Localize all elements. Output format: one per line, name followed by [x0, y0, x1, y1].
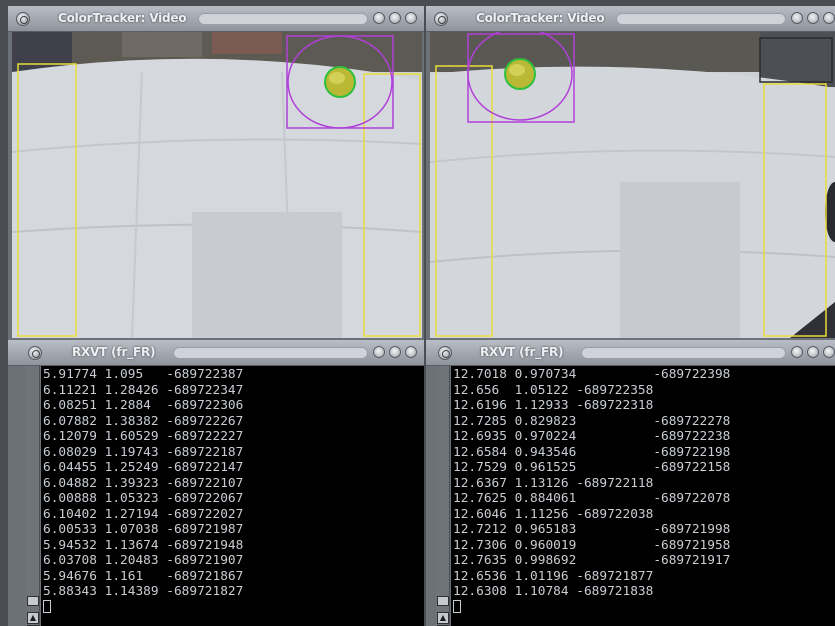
- terminal-line: 6.03708 1.20483 -689721907: [43, 553, 244, 568]
- window-menu-icon[interactable]: [16, 12, 30, 26]
- video-frame: [12, 32, 422, 338]
- terminal-line: 6.11221 1.28426 -689722347: [43, 382, 244, 398]
- terminal-line: 12.7212 0.965183 -689721998: [453, 522, 731, 537]
- terminal-line: 12.7306 0.960019 -689721958: [453, 537, 731, 553]
- titlebar[interactable]: ColorTracker: Video: [8, 6, 424, 32]
- window-controls: [373, 346, 423, 360]
- arrow-up-icon[interactable]: ▲: [437, 612, 449, 624]
- title-bar-fill: [173, 347, 368, 359]
- terminal-output[interactable]: 12.7018 0.970734 -689722398 12.656 1.0512…: [451, 366, 835, 626]
- title-bar-fill: [198, 13, 368, 25]
- terminal-line: 12.656 1.05122 -689722358: [453, 382, 654, 398]
- title-bar-fill: [581, 347, 786, 359]
- background-objects: [212, 32, 282, 54]
- terminal-line: 12.6367 1.13126 -689722118: [453, 475, 654, 491]
- scrollbar[interactable]: ▲ ▼: [26, 366, 40, 626]
- camera-scene: [12, 32, 422, 338]
- terminal-line: 12.6308 1.10784 -689721838: [453, 584, 654, 599]
- window-title: RXVT (fr_FR): [480, 345, 564, 359]
- prompt-line: [43, 599, 424, 616]
- scrollbar-thumb[interactable]: [437, 596, 449, 606]
- terminal-cursor: [453, 599, 461, 613]
- terminal-line: 5.91774 1.095 -689722387: [43, 367, 244, 382]
- window-controls: [791, 346, 835, 360]
- terminal-line: 12.7018 0.970734 -689722398: [453, 367, 731, 382]
- terminal-line: 6.00533 1.07038 -689721987: [43, 522, 244, 537]
- iconify-icon[interactable]: [791, 12, 803, 24]
- terminal-line: 12.7285 0.829823 -689722278: [453, 413, 731, 429]
- paper-shade: [192, 212, 342, 338]
- arrow-up-icon[interactable]: ▲: [27, 612, 39, 624]
- terminal-line: 6.12079 1.60529 -689722227: [43, 429, 244, 444]
- window-controls: [791, 12, 835, 26]
- video-frame: [430, 32, 835, 338]
- terminal-line: 6.04455 1.25249 -689722147: [43, 460, 244, 475]
- terminal-line: 12.6536 1.01196 -689721877: [453, 568, 654, 584]
- window-menu-icon[interactable]: [438, 346, 452, 360]
- window-controls: [373, 12, 423, 26]
- titlebar[interactable]: RXVT (fr_FR): [8, 340, 424, 366]
- terminal-line: 5.94676 1.161 -689721867: [43, 568, 244, 584]
- terminal-cursor: [43, 599, 51, 613]
- title-bar-fill: [616, 13, 786, 25]
- iconify-icon[interactable]: [791, 346, 803, 358]
- scrollbar[interactable]: ▲ ▼: [436, 366, 450, 626]
- maximize-icon[interactable]: [807, 346, 819, 358]
- scrollbar-thumb[interactable]: [27, 596, 39, 606]
- terminal-lines: 12.7018 0.970734 -689722398 12.656 1.0512…: [453, 367, 835, 600]
- terminal-lines: 5.91774 1.095 -689722387 6.11221 1.28426 …: [43, 367, 424, 600]
- ball-highlight: [329, 72, 345, 84]
- terminal-window-left: RXVT (fr_FR) ▲ ▼ 5.91774 1.095 -68972238…: [8, 340, 424, 626]
- window-title: RXVT (fr_FR): [72, 345, 156, 359]
- titlebar[interactable]: RXVT (fr_FR): [426, 340, 835, 366]
- titlebar[interactable]: ColorTracker: Video: [426, 6, 835, 32]
- iconify-icon[interactable]: [373, 12, 385, 24]
- terminal-line: 6.10402 1.27194 -689722027: [43, 506, 244, 522]
- terminal-line: 12.6935 0.970224 -689722238: [453, 429, 731, 444]
- iconify-icon[interactable]: [373, 346, 385, 358]
- terminal-line: 5.94532 1.13674 -689721948: [43, 537, 244, 553]
- terminal-line: 5.88343 1.14389 -689721827: [43, 584, 244, 599]
- window-title: ColorTracker: Video: [476, 11, 605, 25]
- window-menu-icon[interactable]: [28, 346, 42, 360]
- close-icon[interactable]: [823, 346, 835, 358]
- paper-shade: [620, 182, 740, 338]
- window-title: ColorTracker: Video: [58, 11, 187, 25]
- terminal-line: 6.04882 1.39323 -689722107: [43, 475, 244, 491]
- prompt-line: [453, 599, 835, 616]
- window-menu-icon[interactable]: [434, 12, 448, 26]
- terminal-line: 6.08251 1.2884 -689722306: [43, 398, 244, 413]
- terminal-output[interactable]: 5.91774 1.095 -689722387 6.11221 1.28426 …: [41, 366, 424, 626]
- terminal-line: 12.7635 0.998692 -689721917: [453, 553, 731, 568]
- terminal-line: 12.7625 0.884061 -689722078: [453, 491, 731, 506]
- terminal-line: 6.00888 1.05323 -689722067: [43, 491, 244, 506]
- maximize-icon[interactable]: [389, 12, 401, 24]
- background-objects: [122, 32, 202, 57]
- video-window-left: ColorTracker: Video: [8, 6, 424, 340]
- maximize-icon[interactable]: [389, 346, 401, 358]
- terminal-window-right: RXVT (fr_FR) ▲ ▼ 12.7018 0.970734 -68972…: [426, 340, 835, 626]
- terminal-line: 6.08029 1.19743 -689722187: [43, 444, 244, 460]
- close-icon[interactable]: [823, 12, 835, 24]
- video-window-right: ColorTracker: Video: [426, 6, 835, 340]
- terminal-line: 12.6584 0.943546 -689722198: [453, 444, 731, 460]
- ball-highlight: [509, 64, 525, 76]
- maximize-icon[interactable]: [807, 12, 819, 24]
- terminal-line: 12.6196 1.12933 -689722318: [453, 398, 654, 413]
- terminal-line: 12.7529 0.961525 -689722158: [453, 460, 731, 475]
- close-icon[interactable]: [405, 346, 417, 358]
- camera-scene: [430, 32, 835, 338]
- terminal-line: 12.6046 1.11256 -689722038: [453, 506, 654, 522]
- close-icon[interactable]: [405, 12, 417, 24]
- terminal-line: 6.07882 1.38382 -689722267: [43, 413, 244, 429]
